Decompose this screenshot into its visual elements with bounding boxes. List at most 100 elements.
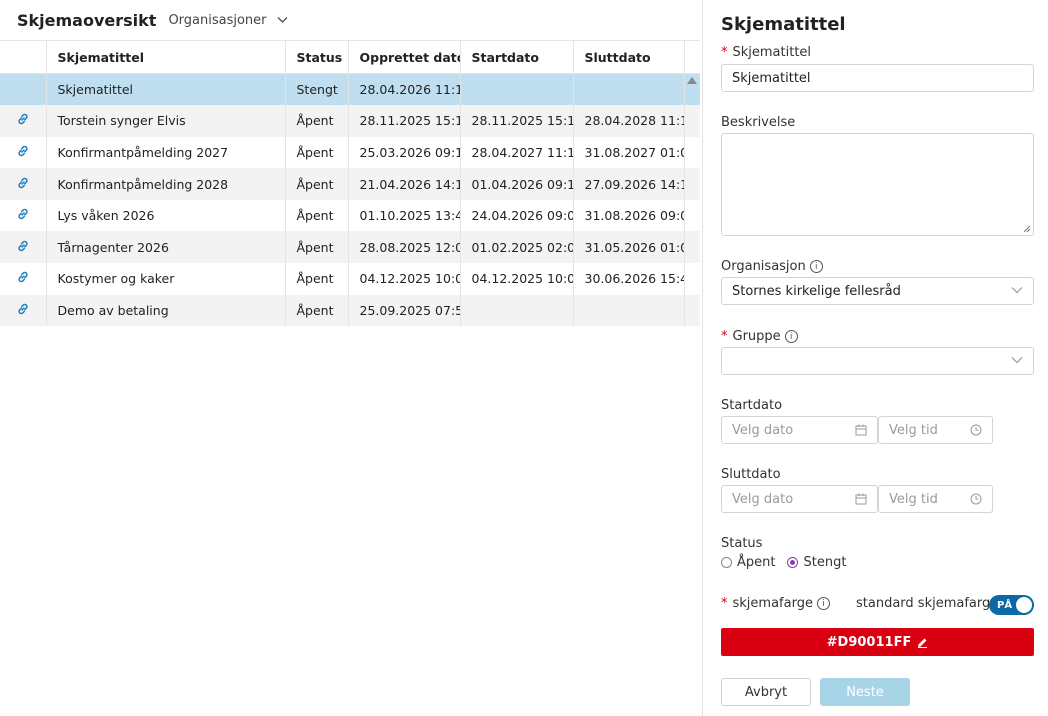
organisation-filter-dropdown[interactable]: Organisasjoner	[168, 12, 288, 28]
cell-status: Åpent	[285, 231, 349, 264]
column-header-start[interactable]: Startdato	[460, 40, 574, 74]
column-header-created[interactable]: Opprettet dato	[348, 40, 461, 74]
resize-handle-icon[interactable]	[1023, 225, 1031, 233]
cell-created: 28.04.2026 11:12	[348, 73, 461, 106]
link-icon[interactable]	[16, 177, 30, 193]
table-row[interactable]: Konfirmantpåmelding 2027 Åpent 25.03.2026 …	[0, 136, 700, 169]
column-header-end[interactable]: Sluttdato	[573, 40, 685, 74]
organisation-select-value: Stornes kirkelige fellesråd	[732, 283, 901, 299]
table-row[interactable]: Demo av betaling Åpent 25.09.2025 07:55	[0, 294, 700, 327]
cell-created: 28.11.2025 15:10	[348, 105, 461, 137]
table-row[interactable]: Torstein synger Elvis Åpent 28.11.2025 15:…	[0, 105, 700, 137]
link-icon[interactable]	[16, 240, 30, 256]
table-row[interactable]: Konfirmantpåmelding 2028 Åpent 21.04.2026 …	[0, 168, 700, 200]
link-cell	[0, 136, 47, 169]
title-label: * Skjematittel	[721, 45, 811, 60]
toggle-knob	[1016, 597, 1032, 613]
table-row[interactable]: Tårnagenter 2026 Åpent 28.08.2025 12:09 01.…	[0, 231, 700, 264]
cell-start: 04.12.2025 10:01	[460, 263, 574, 295]
group-label-text: Gruppe	[732, 329, 781, 344]
cell-status: Stengt	[285, 73, 349, 106]
cancel-button[interactable]: Avbryt	[721, 678, 811, 706]
link-cell	[0, 263, 47, 295]
cell-status: Åpent	[285, 263, 349, 295]
cell-created: 04.12.2025 10:02	[348, 263, 461, 295]
start-date-picker[interactable]: Velg dato	[721, 416, 878, 444]
cell-title: Konfirmantpåmelding 2027	[46, 136, 286, 169]
color-picker-bar[interactable]: #D90011FF	[721, 628, 1034, 656]
chevron-down-icon	[1011, 287, 1023, 294]
table-row[interactable]: Skjematittel Stengt 28.04.2026 11:12	[0, 73, 700, 106]
cell-start: 24.04.2026 09:00	[460, 199, 574, 232]
cell-end: 30.06.2026 15:46	[573, 263, 685, 295]
cell-status: Åpent	[285, 168, 349, 200]
cell-start: 01.02.2025 02:00	[460, 231, 574, 264]
group-label: * Gruppe i	[721, 329, 798, 344]
end-time-picker[interactable]: Velg tid	[878, 485, 993, 513]
scrollbar-cell	[684, 137, 700, 169]
info-icon[interactable]: i	[816, 597, 830, 610]
cell-status: Åpent	[285, 199, 349, 232]
title-label-text: Skjematittel	[732, 45, 812, 60]
cell-status: Åpent	[285, 105, 349, 137]
info-icon[interactable]: i	[784, 330, 798, 343]
cell-start: 01.04.2026 09:15	[460, 168, 574, 200]
scrollbar-cell	[684, 168, 700, 200]
scrollbar-cell	[684, 263, 700, 295]
link-icon[interactable]	[16, 208, 30, 224]
cell-title: Demo av betaling	[46, 294, 286, 327]
page-title: Skjemaoversikt	[17, 10, 157, 30]
cell-title: Skjematittel	[46, 73, 286, 106]
link-icon[interactable]	[16, 114, 30, 129]
group-select[interactable]	[721, 347, 1034, 375]
title-input[interactable]: Skjematittel	[721, 64, 1034, 92]
column-header-link	[0, 40, 47, 74]
info-icon[interactable]: i	[809, 260, 823, 273]
status-closed-label: Stengt	[803, 555, 847, 570]
link-icon[interactable]	[16, 303, 30, 319]
status-open-radio[interactable]	[721, 557, 732, 568]
column-header-title[interactable]: Skjematittel	[46, 40, 286, 74]
color-label-text: skjemafarge	[732, 596, 813, 611]
organisation-label: Organisasjon i	[721, 259, 823, 274]
cell-created: 21.04.2026 14:17	[348, 168, 461, 200]
start-date-placeholder: Velg dato	[732, 422, 794, 438]
cell-start	[460, 294, 574, 327]
topbar: Skjemaoversikt Organisasjoner	[0, 0, 702, 40]
pencil-icon	[918, 638, 928, 648]
start-time-picker[interactable]: Velg tid	[878, 416, 993, 444]
next-button[interactable]: Neste	[820, 678, 910, 706]
color-label: * skjemafarge i	[721, 596, 830, 611]
link-cell	[0, 105, 47, 137]
table-row[interactable]: Lys våken 2026 Åpent 01.10.2025 13:40 24.04…	[0, 199, 700, 232]
cell-end	[573, 73, 685, 106]
column-header-status[interactable]: Status	[285, 40, 349, 74]
end-date-label: Sluttdato	[721, 467, 781, 482]
title-input-value: Skjematittel	[732, 70, 811, 86]
cell-start	[460, 73, 574, 106]
chevron-down-icon	[1011, 357, 1023, 364]
cell-end: 28.04.2028 11:11	[573, 105, 685, 137]
cell-created: 25.03.2026 09:17	[348, 136, 461, 169]
default-color-toggle[interactable]: PÅ	[989, 595, 1034, 615]
organisation-filter-label: Organisasjoner	[168, 12, 267, 28]
cell-end: 31.05.2026 01:00	[573, 231, 685, 264]
cell-start: 28.11.2025 15:10	[460, 105, 574, 137]
status-closed-radio[interactable]	[787, 557, 799, 568]
required-marker: *	[721, 329, 728, 344]
cell-start: 28.04.2027 11:10	[460, 136, 574, 169]
link-cell	[0, 168, 47, 200]
calendar-icon	[855, 493, 867, 505]
start-time-placeholder: Velg tid	[889, 422, 938, 438]
link-icon[interactable]	[16, 272, 30, 287]
description-textarea[interactable]	[721, 133, 1034, 236]
organisation-select[interactable]: Stornes kirkelige fellesråd	[721, 277, 1034, 305]
end-date-placeholder: Velg dato	[732, 491, 794, 507]
link-icon[interactable]	[16, 145, 30, 161]
required-marker: *	[721, 45, 728, 60]
table-row[interactable]: Kostymer og kaker Åpent 04.12.2025 10:02 04…	[0, 263, 700, 295]
scrollbar-cell	[684, 295, 700, 327]
scroll-up-arrow-icon[interactable]	[685, 73, 699, 87]
cell-title: Torstein synger Elvis	[46, 105, 286, 137]
end-date-picker[interactable]: Velg dato	[721, 485, 878, 513]
